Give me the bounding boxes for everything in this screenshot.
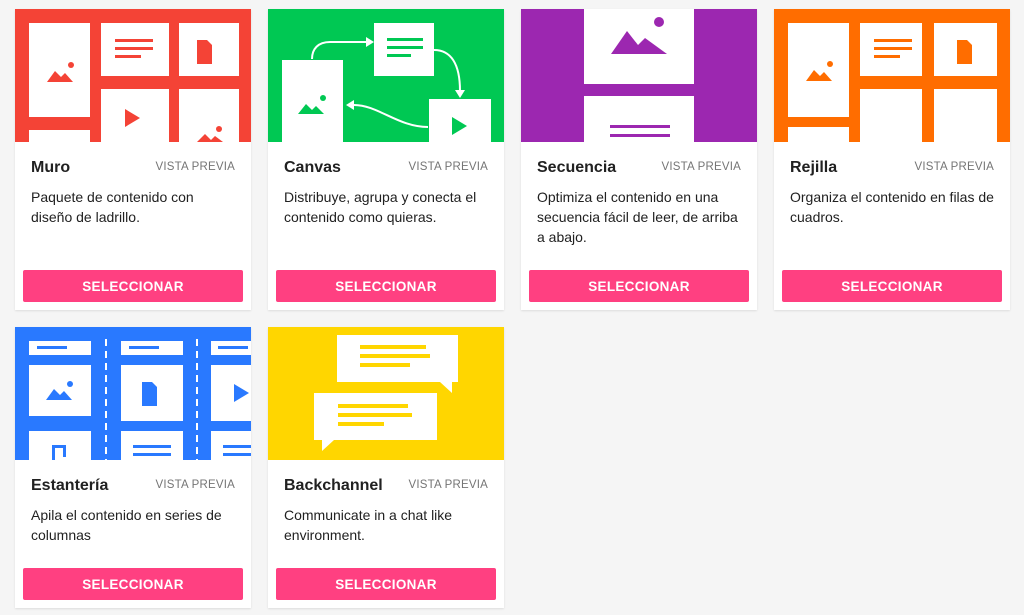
card-description: Communicate in a chat like environment. (284, 507, 453, 543)
layout-card-estanteria: Estantería VISTA PREVIA Apila el conteni… (15, 327, 251, 608)
grid-thumbnail (774, 9, 1010, 142)
shelf-thumbnail (15, 327, 251, 460)
select-button-backchannel[interactable]: SELECCIONAR (276, 568, 496, 600)
card-description: Optimiza el contenido en una secuencia f… (537, 189, 738, 245)
card-description: Organiza el contenido en filas de cuadro… (790, 189, 994, 225)
preview-link[interactable]: VISTA PREVIA (661, 161, 741, 173)
card-title: Muro (31, 159, 71, 176)
wall-thumbnail (15, 9, 251, 142)
card-description: Apila el contenido en series de columnas (31, 507, 222, 543)
card-title: Secuencia (537, 159, 617, 176)
card-title: Canvas (284, 159, 341, 176)
layout-card-rejilla: Rejilla VISTA PREVIA Organiza el conteni… (774, 9, 1010, 310)
select-button-secuencia[interactable]: SELECCIONAR (529, 270, 749, 302)
layout-card-canvas: Canvas VISTA PREVIA Distribuye, agrupa y… (268, 9, 504, 310)
backchannel-thumbnail (268, 327, 504, 460)
stream-thumbnail (521, 9, 757, 142)
card-title: Backchannel (284, 477, 383, 494)
layout-card-secuencia: Secuencia VISTA PREVIA Optimiza el conte… (521, 9, 757, 310)
preview-link[interactable]: VISTA PREVIA (155, 479, 235, 491)
preview-link[interactable]: VISTA PREVIA (155, 161, 235, 173)
canvas-thumbnail (268, 9, 504, 142)
card-title: Rejilla (790, 159, 838, 176)
card-description: Paquete de contenido con diseño de ladri… (31, 189, 194, 225)
layout-card-backchannel: Backchannel VISTA PREVIA Communicate in … (268, 327, 504, 608)
card-title: Estantería (31, 477, 109, 494)
select-button-muro[interactable]: SELECCIONAR (23, 270, 243, 302)
preview-link[interactable]: VISTA PREVIA (408, 479, 488, 491)
select-button-canvas[interactable]: SELECCIONAR (276, 270, 496, 302)
preview-link[interactable]: VISTA PREVIA (408, 161, 488, 173)
preview-link[interactable]: VISTA PREVIA (914, 161, 994, 173)
card-description: Distribuye, agrupa y conecta el contenid… (284, 189, 477, 225)
select-button-estanteria[interactable]: SELECCIONAR (23, 568, 243, 600)
select-button-rejilla[interactable]: SELECCIONAR (782, 270, 1002, 302)
layout-card-muro: Muro VISTA PREVIA Paquete de contenido c… (15, 9, 251, 310)
